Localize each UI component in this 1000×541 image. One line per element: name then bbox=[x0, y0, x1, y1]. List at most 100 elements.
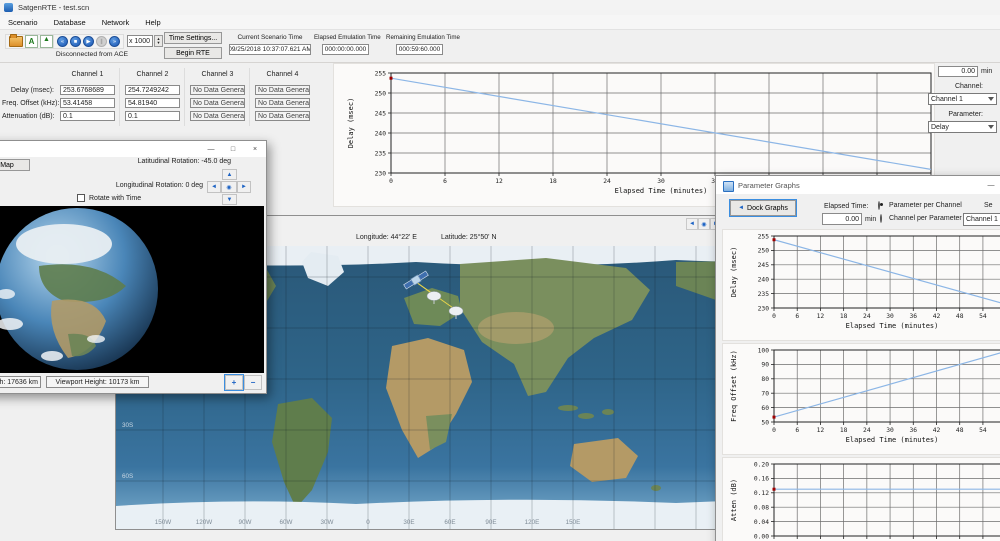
channel-per-parameter-radio[interactable] bbox=[880, 214, 882, 223]
minimize-button[interactable]: — bbox=[982, 179, 1000, 191]
svg-text:90: 90 bbox=[761, 362, 769, 369]
svg-text:24: 24 bbox=[603, 178, 611, 185]
svg-text:240: 240 bbox=[758, 277, 770, 284]
scenario-time-label: Current Scenario Time bbox=[228, 34, 312, 41]
menu-network[interactable]: Network bbox=[94, 16, 138, 29]
chevron-down-icon bbox=[988, 125, 994, 129]
map-prev-button[interactable]: ◄ bbox=[686, 218, 698, 230]
open-scenario-icon[interactable] bbox=[9, 36, 23, 47]
atten-ch2-field[interactable]: 0.1 bbox=[125, 111, 180, 121]
map-view-button[interactable]: Map bbox=[0, 159, 30, 171]
svg-text:90W: 90W bbox=[239, 519, 252, 526]
rotate-down-button[interactable]: ▼ bbox=[222, 194, 237, 205]
viewport-width-field: h: 17636 km bbox=[0, 376, 41, 388]
svg-text:50: 50 bbox=[761, 419, 769, 426]
svg-text:230: 230 bbox=[375, 170, 387, 177]
toolbar: A ▲ « ■ ▶ ∥ » Disconnected from ACE x 10… bbox=[0, 30, 1000, 63]
svg-text:36: 36 bbox=[909, 427, 917, 434]
freq-ch1-field[interactable]: 53.41458 bbox=[60, 98, 115, 108]
maximize-button[interactable]: □ bbox=[224, 143, 242, 155]
dock-graphs-label: Dock Graphs bbox=[747, 205, 788, 212]
svg-text:42: 42 bbox=[933, 313, 941, 320]
svg-text:30: 30 bbox=[886, 427, 894, 434]
parameter-select[interactable]: Delay bbox=[928, 121, 997, 133]
map-recenter-button[interactable]: ◉ bbox=[698, 218, 710, 230]
delay-ch2-field[interactable]: 254.7249242 bbox=[125, 85, 180, 95]
rotate-up-button[interactable]: ▲ bbox=[222, 169, 237, 180]
svg-text:120E: 120E bbox=[525, 519, 540, 526]
column-divider bbox=[249, 68, 250, 126]
minimize-button[interactable]: — bbox=[202, 143, 220, 155]
atten-ch3-field: No Data Generated bbox=[190, 111, 245, 121]
delay-graph-panel: 06121824303642485460230235240245250255El… bbox=[722, 229, 1000, 341]
svg-text:235: 235 bbox=[375, 150, 387, 157]
svg-text:255: 255 bbox=[758, 233, 770, 240]
svg-text:48: 48 bbox=[956, 313, 964, 320]
col-header-channel3: Channel 3 bbox=[190, 71, 245, 78]
param-atten-chart: 061218243036424854600.000.040.080.120.16… bbox=[723, 458, 1000, 541]
svg-text:6: 6 bbox=[795, 313, 799, 320]
channel-select-label: Channel: bbox=[930, 83, 983, 90]
select-channel-label: Se bbox=[984, 202, 993, 209]
column-divider bbox=[184, 68, 185, 126]
svg-text:18: 18 bbox=[840, 313, 848, 320]
channel-select[interactable]: Channel 1 bbox=[928, 93, 997, 105]
skip-end-button[interactable]: » bbox=[109, 36, 120, 47]
rotate-with-time-checkbox[interactable] bbox=[77, 194, 85, 202]
menu-help[interactable]: Help bbox=[137, 16, 168, 29]
close-button[interactable]: × bbox=[246, 143, 264, 155]
svg-text:230: 230 bbox=[758, 305, 770, 312]
zoom-out-button[interactable]: − bbox=[244, 375, 262, 390]
ace-tool-icon[interactable]: A bbox=[25, 35, 38, 48]
skip-start-button[interactable]: « bbox=[57, 36, 68, 47]
globe-window: — □ × Map Latitudinal Rotation: -45.0 de… bbox=[0, 140, 267, 394]
zoom-in-button[interactable]: + bbox=[225, 375, 243, 390]
elapsed-time-field[interactable]: 0.00 bbox=[822, 213, 862, 225]
menu-scenario[interactable]: Scenario bbox=[0, 16, 46, 29]
svg-text:Delay (msec): Delay (msec) bbox=[730, 247, 738, 298]
rotate-left-button[interactable]: ◄ bbox=[207, 181, 221, 193]
rotate-right-button[interactable]: ► bbox=[237, 181, 251, 193]
globe-window-title-bar[interactable]: — □ × bbox=[0, 141, 266, 157]
playback-group: « ■ ▶ ∥ » bbox=[53, 34, 124, 49]
speed-multiplier-field[interactable]: x 1000 bbox=[127, 35, 153, 47]
atten-graph-panel: 061218243036424854600.000.040.080.120.16… bbox=[722, 457, 1000, 541]
svg-text:6: 6 bbox=[795, 427, 799, 434]
globe-view[interactable] bbox=[0, 206, 264, 373]
speed-spinner[interactable]: ▴ ▾ bbox=[154, 35, 163, 47]
rotate-center-button[interactable]: ◉ bbox=[221, 181, 237, 193]
freq-ch2-field[interactable]: 54.81940 bbox=[125, 98, 180, 108]
spin-down-icon[interactable]: ▾ bbox=[157, 41, 159, 45]
svg-text:90E: 90E bbox=[485, 519, 496, 526]
elapsed-time-label: Elapsed Time: bbox=[824, 203, 868, 210]
row-label-atten: Attenuation (dB): bbox=[2, 113, 54, 120]
remaining-time-field: 000:59:60.000 bbox=[396, 44, 443, 55]
svg-text:0.16: 0.16 bbox=[754, 476, 769, 483]
param-channel-select[interactable]: Channel 1 bbox=[963, 213, 1000, 226]
svg-text:240: 240 bbox=[375, 130, 387, 137]
stop-button[interactable]: ■ bbox=[70, 36, 81, 47]
svg-text:80: 80 bbox=[761, 376, 769, 383]
svg-text:Delay (msec): Delay (msec) bbox=[347, 98, 355, 149]
svg-text:235: 235 bbox=[758, 291, 770, 298]
begin-rte-button[interactable]: Begin RTE bbox=[164, 47, 222, 59]
viewport-height-field: Viewport Height: 10173 km bbox=[46, 376, 149, 388]
parameter-per-channel-radio[interactable] bbox=[878, 201, 880, 210]
play-button[interactable]: ▶ bbox=[83, 36, 94, 47]
connection-status: Disconnected from ACE bbox=[53, 51, 131, 58]
delay-ch1-field[interactable]: 253.6768689 bbox=[60, 85, 115, 95]
tree-tool-icon[interactable]: ▲ bbox=[40, 35, 53, 48]
dock-icon bbox=[723, 181, 734, 192]
app-icon bbox=[4, 3, 13, 12]
dock-graphs-button[interactable]: ◄ Dock Graphs bbox=[730, 200, 796, 216]
param-graphs-title-bar[interactable]: Parameter Graphs — bbox=[716, 176, 1000, 194]
time-settings-button[interactable]: Time Settings... bbox=[164, 32, 222, 44]
chart-time-field[interactable]: 0.00 bbox=[938, 66, 978, 77]
pause-button[interactable]: ∥ bbox=[96, 36, 107, 47]
col-header-channel1: Channel 1 bbox=[60, 71, 115, 78]
svg-text:0: 0 bbox=[389, 178, 393, 185]
row-label-delay: Delay (msec): bbox=[2, 87, 54, 94]
menu-database[interactable]: Database bbox=[46, 16, 94, 29]
param-channel-value: Channel 1 bbox=[966, 216, 998, 223]
atten-ch1-field[interactable]: 0.1 bbox=[60, 111, 115, 121]
